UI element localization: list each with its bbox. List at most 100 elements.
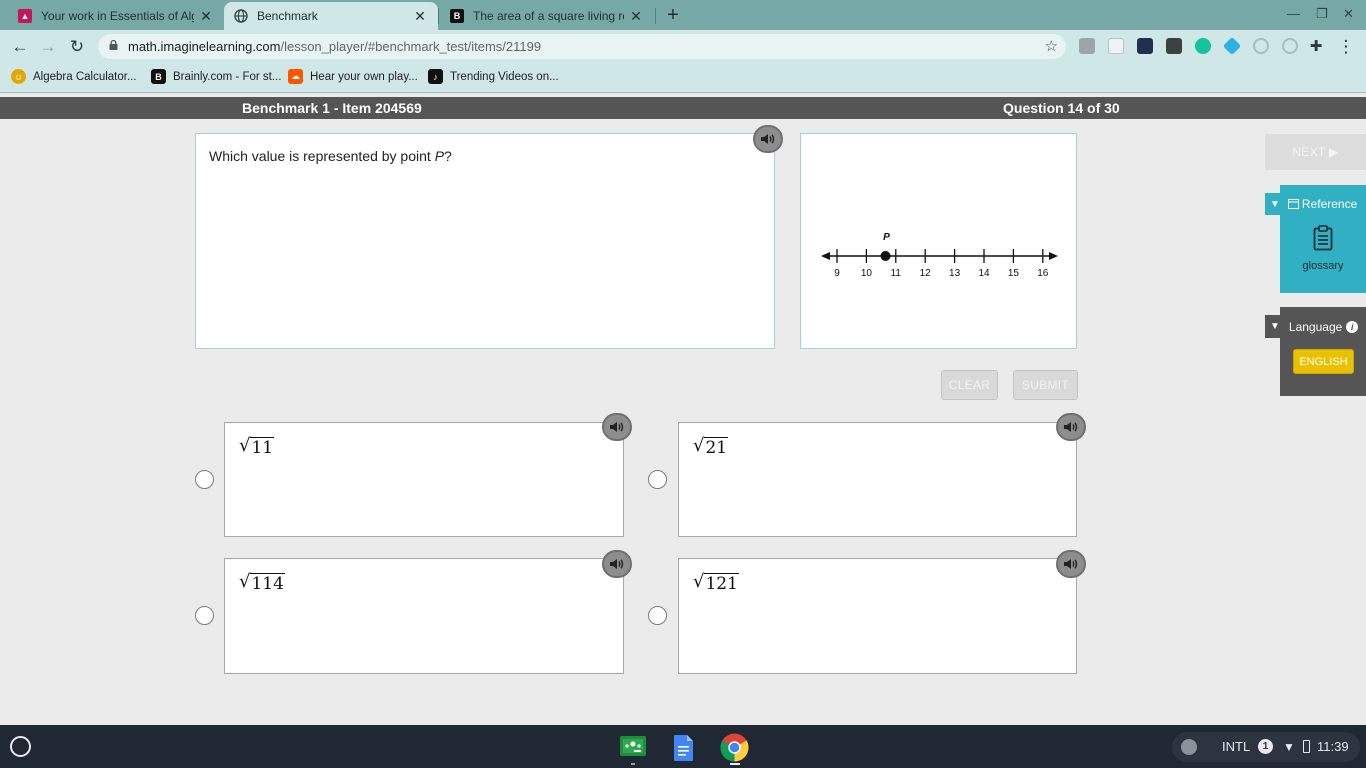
next-button[interactable]: NEXT ▶ <box>1265 134 1366 170</box>
wifi-icon: ▼ <box>1283 740 1295 754</box>
number-line-card: 9 10 11 12 13 14 15 16 P <box>800 133 1077 349</box>
number-line-tick-label: 14 <box>978 268 990 279</box>
info-icon[interactable]: i <box>1346 320 1359 333</box>
extension-icon[interactable] <box>1108 38 1124 54</box>
tab-title: Your work in Essentials of Algebra <box>41 9 194 23</box>
language-tab[interactable]: ▼ Language i <box>1265 315 1366 338</box>
answer-d-card[interactable]: √ 121 <box>678 558 1077 674</box>
tab-divider <box>438 8 439 24</box>
bookmark-tiktok[interactable]: ♪ Trending Videos on... <box>428 69 559 84</box>
forward-icon[interactable]: → <box>37 36 59 58</box>
calculator-favicon-icon: ☺ <box>11 69 26 84</box>
number-line-left-arrow-icon <box>821 252 830 260</box>
answer-c-radio[interactable] <box>195 606 214 625</box>
question-audio-speaker-icon[interactable] <box>753 125 783 153</box>
browser-toolbar: ← → ↻ math.imaginelearning.com/lesson_pl… <box>0 30 1366 63</box>
bookmark-star-icon[interactable]: ☆ <box>1045 37 1058 55</box>
english-language-button[interactable]: ENGLISH <box>1293 349 1354 374</box>
language-label: Language <box>1288 319 1343 334</box>
notification-count-badge: 1 <box>1258 739 1273 754</box>
answer-a-expression: √ 11 <box>239 435 275 458</box>
answer-c-expression: √ 114 <box>239 572 285 594</box>
extension-icon[interactable] <box>1253 38 1269 54</box>
extensions-puzzle-icon[interactable]: ✚ <box>1305 36 1327 58</box>
bookmark-brainly[interactable]: B Brainly.com - For st... <box>151 69 281 84</box>
bookmark-label: Trending Videos on... <box>450 70 559 83</box>
radicand: 114 <box>250 573 285 594</box>
new-tab-icon[interactable]: + <box>662 4 684 27</box>
benchmark-header: Benchmark 1 - Item 204569 Question 14 of… <box>0 97 1366 119</box>
tab-square-living-room[interactable]: B The area of a square living room ✕ <box>440 2 654 30</box>
answer-b-card[interactable]: √ 21 <box>678 422 1077 537</box>
system-tray[interactable]: INTL 1 ▼ 11:39 <box>1172 732 1360 762</box>
submit-button[interactable]: SUBMIT <box>1013 370 1078 400</box>
extension-icon[interactable] <box>1137 38 1153 54</box>
number-line-tick-label: 12 <box>920 268 932 279</box>
bookmark-label: Hear your own play... <box>310 70 418 83</box>
google-docs-icon[interactable] <box>673 734 695 762</box>
tab-benchmark[interactable]: Benchmark ✕ <box>224 2 438 30</box>
app-running-indicator <box>631 763 635 765</box>
number-line-tick-label: 15 <box>1008 268 1020 279</box>
point-p-label: P <box>883 232 890 243</box>
number-line-tick-label: 16 <box>1037 268 1049 279</box>
extension-icon[interactable] <box>1222 36 1242 56</box>
media-muted-icon <box>1181 739 1197 755</box>
bookmarks-bar: ☺ Algebra Calculator... B Brainly.com - … <box>0 63 1366 93</box>
square-root-icon: √ <box>693 571 705 592</box>
answer-b-radio[interactable] <box>648 470 667 489</box>
reload-icon[interactable]: ↻ <box>66 36 88 58</box>
soundcloud-favicon-icon: ☁ <box>288 69 303 84</box>
extension-icon[interactable] <box>1166 38 1182 54</box>
radicand: 11 <box>250 437 275 458</box>
reference-tab[interactable]: ▼ Reference <box>1265 193 1366 215</box>
square-root-icon: √ <box>693 435 705 456</box>
minimize-icon[interactable]: — <box>1287 6 1300 21</box>
tab-divider <box>655 8 656 24</box>
battery-icon <box>1303 740 1310 753</box>
bookmark-soundcloud[interactable]: ☁ Hear your own play... <box>288 69 418 84</box>
bookmark-label: Algebra Calculator... <box>33 70 137 83</box>
close-tab-icon[interactable]: ✕ <box>412 8 428 25</box>
glossary-label[interactable]: glossary <box>1280 260 1366 272</box>
restore-icon[interactable]: ❐ <box>1316 6 1328 22</box>
bookmark-algebra-calculator[interactable]: ☺ Algebra Calculator... <box>11 69 137 84</box>
number-line-tick-label: 9 <box>834 268 840 279</box>
radicand: 121 <box>704 573 739 594</box>
answer-a-card[interactable]: √ 11 <box>224 422 624 537</box>
answer-b-speaker-icon[interactable] <box>1056 413 1086 441</box>
extension-icon[interactable] <box>1079 38 1095 54</box>
answer-d-speaker-icon[interactable] <box>1056 550 1086 578</box>
square-root-icon: √ <box>239 435 251 456</box>
tab-essentials-algebra[interactable]: ▲ Your work in Essentials of Algebra ✕ <box>8 2 224 30</box>
google-classroom-icon[interactable] <box>619 734 647 760</box>
grammarly-icon[interactable] <box>1195 38 1211 54</box>
clear-button[interactable]: CLEAR <box>941 370 998 400</box>
app-active-indicator <box>730 763 740 765</box>
extension-icon[interactable] <box>1282 38 1298 54</box>
answer-a-radio[interactable] <box>195 470 214 489</box>
clock: 11:39 <box>1317 739 1349 754</box>
number-line-right-arrow-icon <box>1049 252 1058 260</box>
address-bar[interactable]: math.imaginelearning.com/lesson_player/#… <box>98 34 1066 59</box>
answer-c-card[interactable]: √ 114 <box>224 558 624 674</box>
menu-kebab-icon[interactable]: ⋮ <box>1335 36 1357 58</box>
triangle-down-icon: ▼ <box>1270 321 1280 332</box>
number-line-tick-label: 11 <box>891 268 902 279</box>
chrome-icon[interactable] <box>720 733 749 762</box>
answer-d-expression: √ 121 <box>693 572 739 594</box>
benchmark-page: Benchmark 1 - Item 204569 Question 14 of… <box>0 94 1366 725</box>
close-window-icon[interactable]: ✕ <box>1343 6 1354 22</box>
close-tab-icon[interactable]: ✕ <box>628 8 644 25</box>
tab-strip: ▲ Your work in Essentials of Algebra ✕ B… <box>0 0 1366 30</box>
answer-d-radio[interactable] <box>648 606 667 625</box>
clipboard-icon[interactable] <box>1313 225 1333 251</box>
benchmark-title: Benchmark 1 - Item 204569 <box>242 100 422 116</box>
back-icon[interactable]: ← <box>9 36 31 58</box>
close-tab-icon[interactable]: ✕ <box>198 8 214 25</box>
point-p-marker <box>880 251 891 261</box>
question-card: Which value is represented by point P? <box>195 133 775 349</box>
answer-a-speaker-icon[interactable] <box>602 413 632 441</box>
launcher-icon[interactable] <box>10 736 31 757</box>
answer-c-speaker-icon[interactable] <box>602 550 632 578</box>
